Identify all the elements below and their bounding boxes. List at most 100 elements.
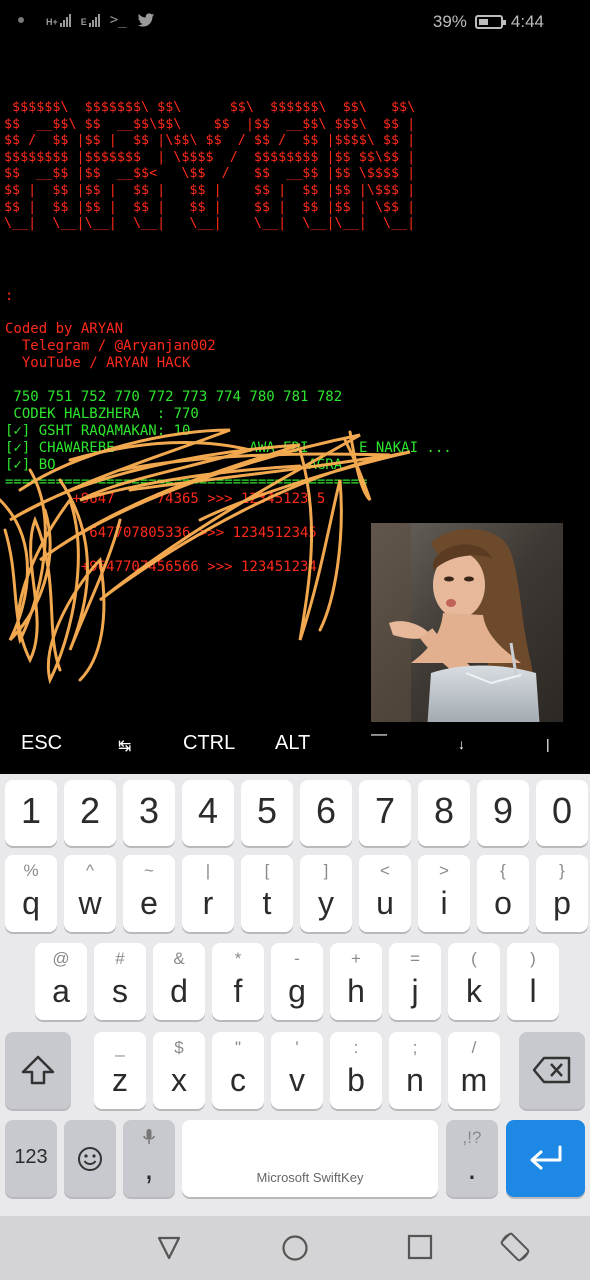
home-circle-icon[interactable] [281,1234,309,1262]
enter-key[interactable] [506,1120,585,1197]
recents-square-icon[interactable] [407,1234,433,1260]
key-6[interactable]: 6 [300,780,352,846]
key-2[interactable]: 2 [64,780,116,846]
tab-key[interactable]: ↹ [118,736,131,756]
emoji-key[interactable] [64,1120,116,1197]
backspace-key[interactable] [519,1032,585,1109]
key-n[interactable]: ; n [389,1032,441,1109]
key-g[interactable]: -g [271,943,323,1020]
key-z[interactable]: _ z [94,1032,146,1109]
comma-key[interactable]: , [123,1120,175,1197]
key-hint: & [173,949,185,968]
key-8[interactable]: 8 [418,780,470,846]
key-e[interactable]: ~ e [123,855,175,932]
key-d[interactable]: & d [153,943,205,1020]
key-3[interactable]: 3 [123,780,175,846]
alt-key[interactable]: ALT [275,732,310,755]
terminal-icon: >_ [109,12,127,28]
key-hint: | [205,861,211,880]
key-label: 5 [256,790,278,831]
network-type-label: E [80,17,87,27]
dash-key[interactable]: — [371,726,387,744]
key-r[interactable]: | r [182,855,234,932]
key-hint: = [410,949,420,968]
key-q[interactable]: % q [5,855,57,932]
key-label: x [171,1062,187,1098]
codek-line: CODEK HALBZHERA : 770 [5,406,199,422]
coded-by-line: Coded by ARYAN [5,321,124,337]
key-s[interactable]: # s [94,943,146,1020]
ascii-banner-line: $$ __$$\ $$ __$$\$$\ $$ |$$ __$$\ $$$\ $… [4,116,416,132]
key-hint: ~ [144,861,154,880]
key-label: d [170,973,188,1009]
key-label: z [112,1062,128,1098]
key-x[interactable]: $ x [153,1032,205,1109]
key-label: m [460,1062,488,1098]
spacebar-label: Microsoft SwiftKey [256,1170,364,1185]
key-label: 2 [79,790,101,831]
key-hint: + [351,949,361,968]
key-hint: $ [174,1038,184,1057]
down-arrow-key[interactable]: ↓ [458,736,465,752]
period-key[interactable]: ,!? . [446,1120,498,1197]
signal-icon: E [81,13,100,27]
key-hint: { [500,861,506,880]
symbols-key[interactable]: 123 [5,1120,57,1197]
key-l[interactable]: ) l [507,943,559,1020]
key-7[interactable]: 7 [359,780,411,846]
emoji-icon [78,1147,102,1171]
key-p[interactable]: } p [536,855,588,932]
keyboard: 123 , Microsoft SwiftKey ,!? . 123456789… [0,774,590,1216]
shift-icon [21,1055,55,1085]
key-v[interactable]: ' v [271,1032,323,1109]
esc-key[interactable]: ESC [21,732,62,755]
key-j[interactable]: = j [389,943,441,1020]
shift-key[interactable] [5,1032,71,1109]
key-9[interactable]: 9 [477,780,529,846]
key-label: 8 [433,790,455,831]
key-hint: * [234,949,242,968]
key-hint: ' [295,1038,299,1057]
key-t[interactable]: [t [241,855,293,932]
key-hint: @ [52,949,70,968]
extra-keys-row: ESC ↹ CTRL ALT — ↓ | [0,722,590,774]
back-triangle-icon[interactable] [155,1234,183,1262]
symbols-key-label: 123 [14,1146,48,1168]
key-u[interactable]: < u [359,855,411,932]
key-0[interactable]: 0 [536,780,588,846]
result-line: +9647 74365 >>> 12345123 5 [5,491,326,507]
key-h[interactable]: + h [330,943,382,1020]
photo-overlay[interactable] [371,523,563,744]
rotate-icon[interactable] [498,1230,532,1264]
key-label: 3 [138,790,160,831]
key-f[interactable]: * f [212,943,264,1020]
key-label: f [233,973,243,1009]
key-i[interactable]: > i [418,855,470,932]
key-w[interactable]: ^ w [64,855,116,932]
key-label: g [288,973,306,1009]
key-a[interactable]: @ a [35,943,87,1020]
key-b[interactable]: :b [330,1032,382,1109]
status-left: H+ E >_ [18,12,155,28]
ctrl-key[interactable]: CTRL [183,732,235,755]
key-label: w [78,885,102,921]
key-1[interactable]: 1 [5,780,57,846]
ascii-banner-line: $$ | $$ |$$ | $$ | $$ | $$ | $$ |$$ | \$… [4,199,416,215]
key-k[interactable]: (k [448,943,500,1020]
key-label: j [411,973,419,1009]
battery-percent: 39% [432,12,467,31]
pipe-key[interactable]: | [546,736,550,752]
key-c[interactable]: " c [212,1032,264,1109]
key-hint: ( [471,949,477,968]
ascii-banner-line: $$$$$$$$ |$$$$$$$ | \$$$$ / $$$$$$$$ |$$… [4,149,416,165]
spacebar[interactable]: Microsoft SwiftKey [182,1120,438,1197]
key-y[interactable]: ] y [300,855,352,932]
key-label: p [553,885,571,921]
terminal-prompt: : [5,288,14,304]
key-o[interactable]: {o [477,855,529,932]
key-hint: % [23,861,39,880]
key-4[interactable]: 4 [182,780,234,846]
key-hint: _ [115,1038,125,1057]
key-5[interactable]: 5 [241,780,293,846]
key-m[interactable]: / m [448,1032,500,1109]
